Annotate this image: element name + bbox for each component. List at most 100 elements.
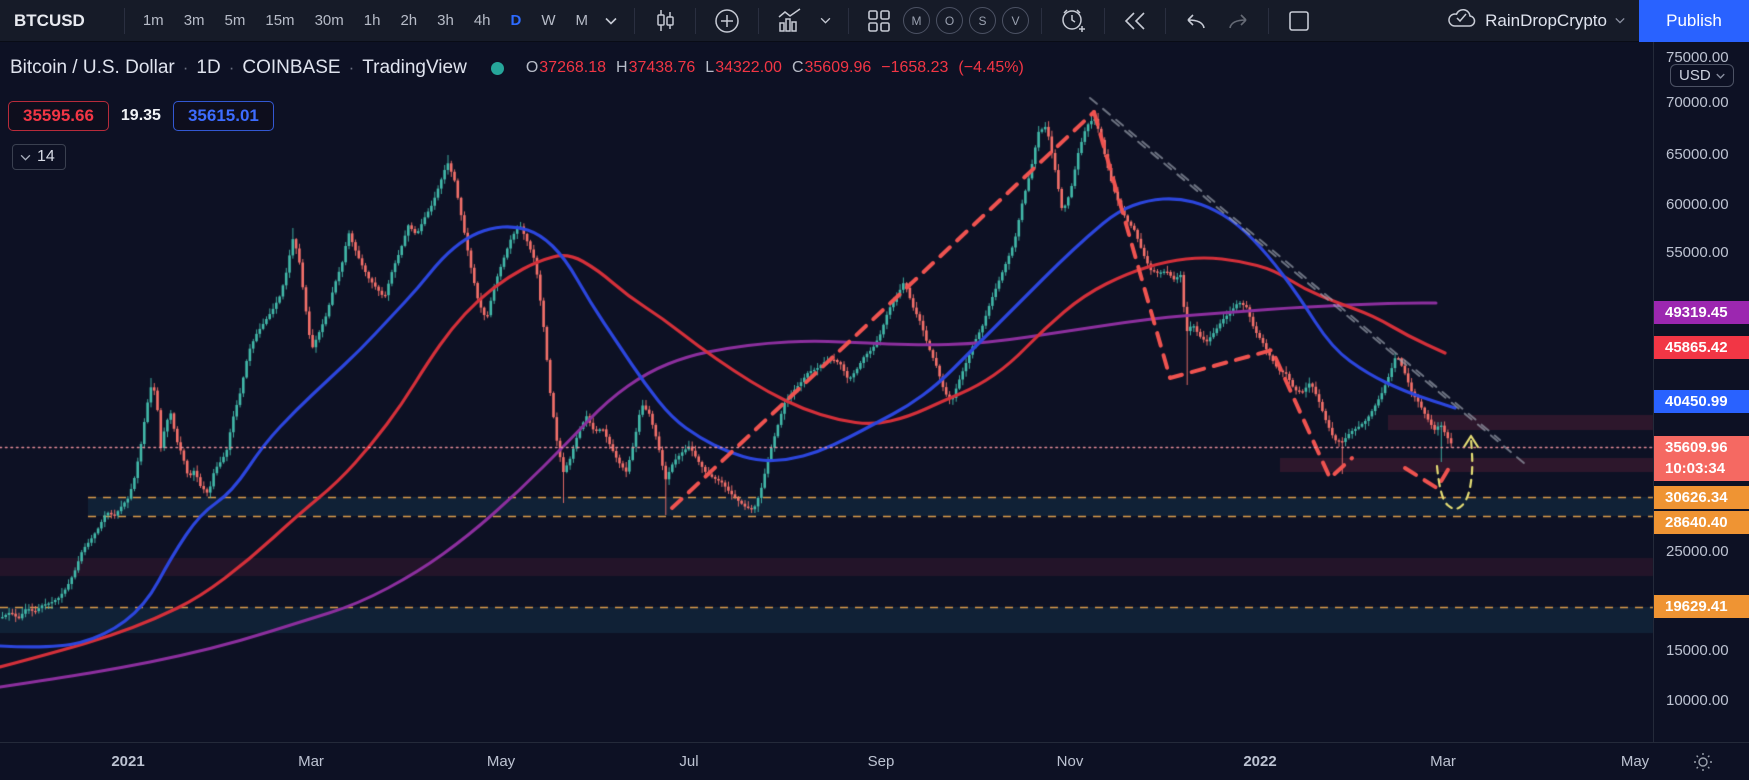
market-status-dot <box>491 62 504 75</box>
timeframe-15m[interactable]: 15m <box>256 8 303 33</box>
bar-countdown: 10:03:34 <box>1665 458 1749 479</box>
template-buttons: MOSV <box>900 7 1032 34</box>
timeframe-1h[interactable]: 1h <box>355 8 390 33</box>
publish-button[interactable]: Publish <box>1639 0 1749 42</box>
chevron-down-icon <box>1716 73 1725 79</box>
change-percent: (−4.45%) <box>958 59 1023 77</box>
indicator-count: 14 <box>37 148 55 166</box>
alert-add-icon[interactable] <box>1051 3 1095 39</box>
price-axis-label: 55000.00 <box>1666 244 1729 261</box>
chart-legend[interactable]: Bitcoin / U.S. Dollar · 1D · COINBASE · … <box>10 57 1024 79</box>
chart-brand: TradingView <box>362 57 467 79</box>
price-axis-label: 60000.00 <box>1666 196 1729 213</box>
replay-icon[interactable] <box>1114 6 1156 36</box>
last-price: 35609.96 <box>1665 437 1749 458</box>
symbol-button[interactable]: BTCUSD <box>0 11 115 31</box>
price-axis[interactable]: USD 75000.00 70000.00 65000.00 60000.00 5500… <box>1653 42 1749 742</box>
last-price-badge[interactable]: 35609.9610:03:34 <box>1654 436 1749 481</box>
change-value: −1658.23 <box>881 59 948 77</box>
timeframe-M[interactable]: M <box>567 8 598 33</box>
chevron-down-icon <box>20 154 31 161</box>
timeframe-D[interactable]: D <box>502 8 531 33</box>
toolbar-separator <box>1104 8 1105 34</box>
cloud-check-icon <box>1447 7 1477 34</box>
toolbar-separator <box>695 8 696 34</box>
tradingview-window: BTCUSD 1m3m5m15m30m1h2h3h4hDWM <box>0 0 1749 780</box>
timeframe-W[interactable]: W <box>532 8 564 33</box>
time-axis-label: 2022 <box>1243 753 1276 770</box>
template-button-O[interactable]: O <box>936 7 963 34</box>
price-axis-label: 10000.00 <box>1666 692 1729 709</box>
chart-interval: 1D <box>196 57 220 79</box>
timeframe-5m[interactable]: 5m <box>216 8 255 33</box>
timeframe-3m[interactable]: 3m <box>175 8 214 33</box>
indicator-collapse-button[interactable]: 14 <box>12 144 66 170</box>
time-axis[interactable]: 2021MarMayJulSepNov2022MarMay <box>0 742 1749 780</box>
currency-label: USD <box>1679 67 1711 84</box>
candlestick-style-icon[interactable] <box>644 4 686 38</box>
time-axis-label: Jul <box>679 753 698 770</box>
chevron-down-icon[interactable] <box>597 13 625 29</box>
time-axis-label: Sep <box>868 753 895 770</box>
separator-dot: · <box>229 58 235 78</box>
spread-value: 19.35 <box>121 107 161 125</box>
price-alert-badge[interactable]: 19629.41 <box>1654 595 1749 618</box>
toolbar-separator <box>758 8 759 34</box>
bid-ask-row: 35595.66 19.35 35615.01 <box>8 101 274 131</box>
open-value: 37268.18 <box>539 59 606 76</box>
undo-icon[interactable] <box>1175 7 1217 35</box>
price-axis-label: 75000.00 <box>1666 49 1729 66</box>
currency-selector[interactable]: USD <box>1670 64 1734 87</box>
price-alert-badge[interactable]: 30626.34 <box>1654 486 1749 509</box>
chart-exchange: COINBASE <box>242 57 340 79</box>
template-button-S[interactable]: S <box>969 7 996 34</box>
price-axis-label: 15000.00 <box>1666 642 1729 659</box>
toolbar-separator <box>1041 8 1042 34</box>
toolbar-separator <box>848 8 849 34</box>
indicators-chevron-icon[interactable] <box>812 13 839 28</box>
price-alert-badge[interactable]: 49319.45 <box>1654 301 1749 324</box>
price-alert-badge[interactable]: 28640.40 <box>1654 511 1749 534</box>
price-axis-label: 25000.00 <box>1666 543 1729 560</box>
time-axis-label: Mar <box>1430 753 1456 770</box>
bid-badge[interactable]: 35595.66 <box>8 101 109 131</box>
template-button-V[interactable]: V <box>1002 7 1029 34</box>
timeframe-4h[interactable]: 4h <box>465 8 500 33</box>
time-axis-label: May <box>487 753 515 770</box>
time-axis-label: Mar <box>298 753 324 770</box>
toolbar-separator <box>124 8 125 34</box>
toolbar-separator <box>1165 8 1166 34</box>
theme-sun-icon[interactable] <box>1693 752 1713 777</box>
account-chevron-icon <box>1615 17 1625 24</box>
chart-title: Bitcoin / U.S. Dollar <box>10 57 175 79</box>
separator-dot: · <box>349 58 355 78</box>
timeframe-3h[interactable]: 3h <box>428 8 463 33</box>
timeframe-group: 1m3m5m15m30m1h2h3h4hDWM <box>134 8 597 33</box>
layout-select-icon[interactable] <box>1278 4 1320 38</box>
toolbar-separator <box>634 8 635 34</box>
separator-dot: · <box>183 58 189 78</box>
price-axis-label: 70000.00 <box>1666 94 1729 111</box>
time-axis-label: Nov <box>1057 753 1084 770</box>
ask-badge[interactable]: 35615.01 <box>173 101 274 131</box>
compare-add-icon[interactable] <box>705 3 749 39</box>
template-button-M[interactable]: M <box>903 7 930 34</box>
toolbar-separator <box>1268 8 1269 34</box>
price-axis-label: 65000.00 <box>1666 146 1729 163</box>
layout-grid-icon[interactable] <box>858 4 900 38</box>
ohlc-values: O37268.18 H37438.76 L34322.00 C35609.96 … <box>526 59 1024 77</box>
timeframe-30m[interactable]: 30m <box>306 8 353 33</box>
redo-icon[interactable] <box>1217 7 1259 35</box>
low-value: 34322.00 <box>715 59 782 76</box>
timeframe-2h[interactable]: 2h <box>391 8 426 33</box>
price-alert-badge[interactable]: 45865.42 <box>1654 336 1749 359</box>
timeframe-1m[interactable]: 1m <box>134 8 173 33</box>
time-axis-label: 2021 <box>111 753 144 770</box>
top-toolbar: BTCUSD 1m3m5m15m30m1h2h3h4hDWM <box>0 0 1749 42</box>
close-value: 35609.96 <box>805 59 872 76</box>
cloud-account-menu[interactable]: RainDropCrypto <box>1433 7 1639 34</box>
price-alert-badge[interactable]: 40450.99 <box>1654 390 1749 413</box>
account-name: RainDropCrypto <box>1485 11 1607 31</box>
high-value: 37438.76 <box>629 59 696 76</box>
indicators-icon[interactable] <box>768 4 812 38</box>
